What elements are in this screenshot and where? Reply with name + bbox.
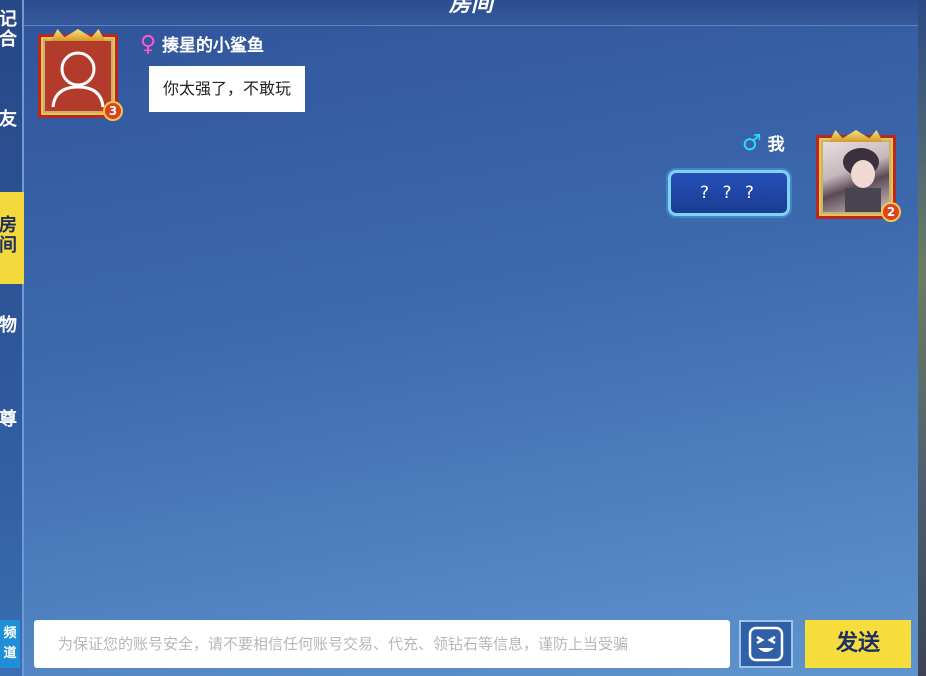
sidebar-item-gift[interactable]: 物 [0, 316, 24, 336]
crown-icon [829, 130, 883, 142]
sender-name-self: ♂ 我 [742, 130, 785, 156]
avatar-photo [823, 142, 889, 212]
sidebar-item-noble[interactable]: 尊 [0, 410, 24, 430]
level-badge: 2 [881, 202, 901, 222]
title-bar: 房间 [24, 0, 918, 26]
sidebar-item-label: 房间 [0, 215, 17, 256]
chat-input[interactable]: 为保证您的账号安全，请不要相信任何账号交易、代充、领钻石等信息，谨防上当受骗 [34, 620, 730, 668]
sidebar-item-1[interactable]: 记合 [0, 10, 24, 50]
sidebar-item-friends[interactable]: 友 [0, 110, 24, 130]
sidebar-item-label: 友 [0, 109, 17, 130]
sender-name-other: ♀ 揍星的小鲨鱼 [140, 31, 264, 57]
female-icon: ♀ [140, 32, 157, 57]
sidebar-item-label: 记合 [0, 9, 17, 50]
message-bubble-self: ? ? ? [668, 170, 790, 216]
page-title: 房间 [448, 0, 493, 17]
sender-name: 我 [767, 135, 785, 155]
emoji-button[interactable] [739, 620, 793, 668]
avatar-frame [45, 41, 111, 111]
male-icon: ♂ [742, 131, 762, 156]
sidebar-item-label: 物 [0, 315, 17, 336]
sidebar-item-room[interactable]: 房间 [0, 192, 24, 284]
avatar-self[interactable]: 2 [816, 130, 901, 222]
sender-name: 揍星的小鲨鱼 [162, 36, 265, 56]
avatar-portrait-icon [843, 148, 881, 212]
background-edge [918, 0, 926, 676]
message-text: ? ? ? [700, 183, 758, 203]
avatar-other[interactable]: 3 [38, 29, 123, 121]
channel-button[interactable]: 频道 [0, 620, 20, 668]
chat-panel: 房间 3 ♀ 揍星的小鲨鱼 你太强了，不敢玩 2 ♂ 我 ? ? ? [24, 0, 918, 676]
sidebar-item-label: 尊 [0, 409, 17, 430]
default-user-icon [51, 51, 105, 108]
sidebar: 记合 友 房间 物 尊 频道 [0, 0, 24, 676]
send-button[interactable]: 发送 [805, 620, 911, 668]
emoji-face-icon [748, 626, 784, 662]
channel-button-label: 频道 [3, 626, 17, 661]
crown-icon [51, 29, 105, 41]
level-badge: 3 [103, 101, 123, 121]
message-bubble-other: 你太强了，不敢玩 [149, 66, 306, 112]
sidebar-item-label-wrap: 房间 [0, 216, 24, 256]
